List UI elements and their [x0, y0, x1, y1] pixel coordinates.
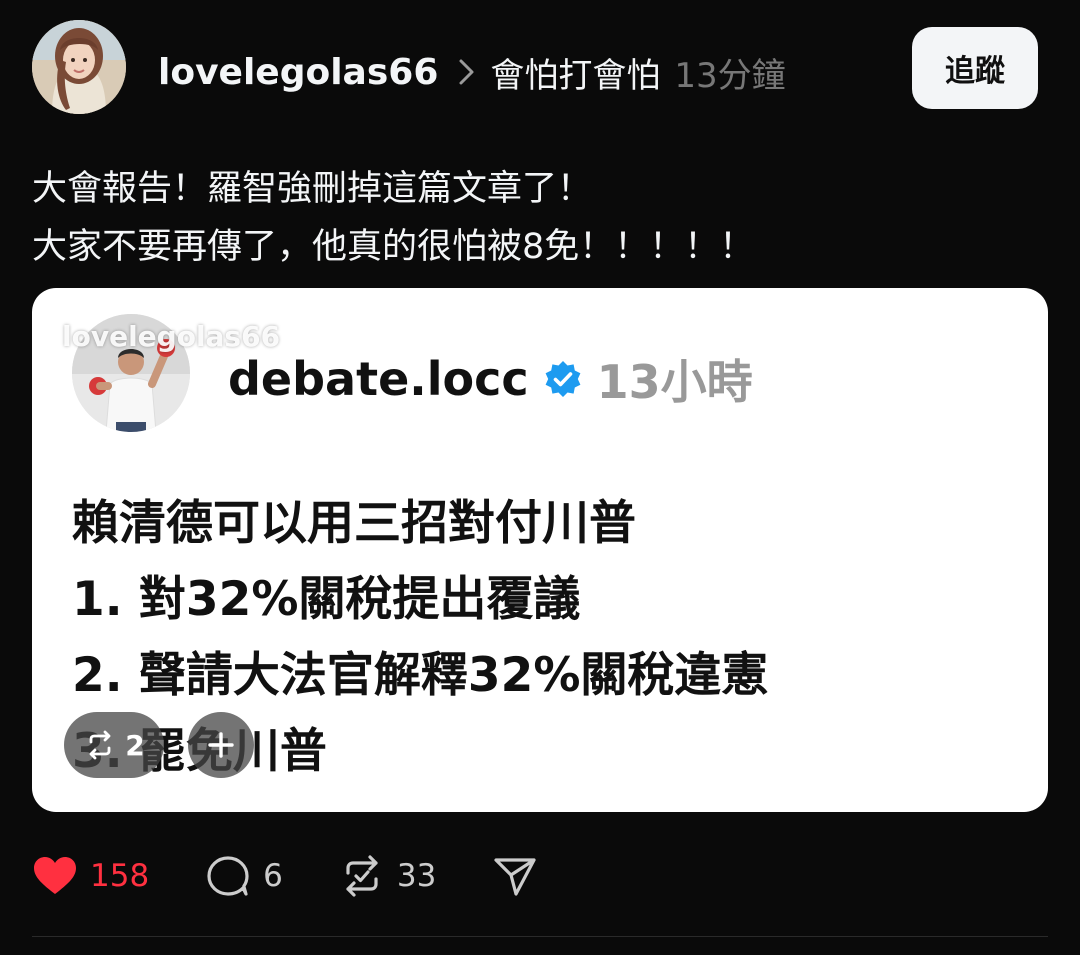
author-username[interactable]: lovelegolas66	[158, 52, 438, 93]
share-icon	[494, 858, 536, 896]
heart-icon	[34, 857, 76, 894]
plus-icon	[208, 732, 234, 758]
post-header: lovelegolas66 會怕打會怕 13分鐘	[158, 44, 786, 100]
embedded-image[interactable]: lovelegolas66 debate.locc 13小時 賴清德可以用三招對…	[32, 288, 1048, 812]
repost-button[interactable]: 33	[339, 853, 436, 899]
post-body: 大會報告！羅智強刪掉這篇文章了！ 大家不要再傳了，他真的很怕被8免！！！！！	[32, 160, 1042, 276]
comment-count: 6	[263, 858, 283, 894]
action-bar: 158 6 33	[32, 848, 594, 904]
repost-icon	[346, 855, 378, 897]
chevron-right-icon	[459, 59, 474, 85]
embedded-header: debate.locc 13小時	[228, 346, 753, 412]
embedded-repost-button[interactable]: 2	[64, 712, 164, 778]
embedded-text-line: 2. 聲請大法官解釋32%關稅違憲	[72, 648, 769, 703]
embedded-text-line: 1. 對32%關稅提出覆議	[72, 572, 581, 627]
embedded-username: debate.locc	[228, 352, 529, 406]
verified-badge-icon	[545, 361, 581, 397]
like-button[interactable]: 158	[32, 853, 149, 899]
repost-icon	[89, 730, 111, 760]
embedded-text-line: 賴清德可以用三招對付川普	[72, 496, 636, 551]
post-divider	[32, 936, 1048, 937]
follow-button[interactable]: 追蹤	[912, 27, 1038, 109]
post-text-line: 大會報告！羅智強刪掉這篇文章了！	[32, 169, 593, 209]
repost-count: 33	[396, 858, 437, 894]
post-text-line: 大家不要再傳了，他真的很怕被8免！！！！！	[32, 227, 755, 267]
embedded-repost-count: 2	[125, 728, 145, 762]
embedded-add-button[interactable]	[188, 712, 254, 778]
comment-button[interactable]: 6	[205, 853, 283, 899]
like-count: 158	[90, 858, 150, 894]
comment-icon	[207, 856, 249, 896]
share-button[interactable]	[492, 853, 538, 899]
embedded-timestamp: 13小時	[596, 355, 753, 409]
author-avatar[interactable]	[32, 20, 126, 114]
topic-tag[interactable]: 會怕打會怕	[490, 48, 660, 97]
post-timestamp: 13分鐘	[674, 55, 786, 96]
